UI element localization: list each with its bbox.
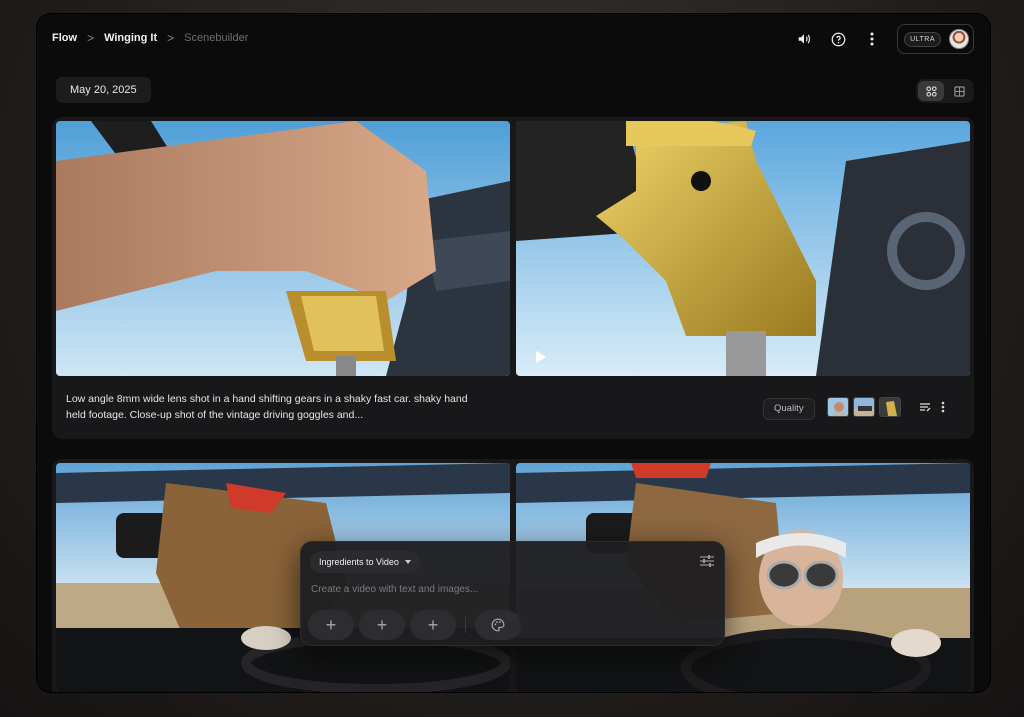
prompt-composer: Ingredients to Video + + + [300,541,725,646]
grid-view-button[interactable] [918,81,944,101]
chevron-right-icon: > [87,31,95,45]
top-bar: Flow > Winging It > Scenebuilder ULTRA [37,14,990,64]
palette-icon [491,618,505,632]
breadcrumb-flow[interactable]: Flow [52,32,77,44]
reference-images [827,397,901,417]
edit-list-icon[interactable] [919,400,931,418]
list-view-button[interactable] [946,81,972,101]
prompt-input[interactable] [311,584,691,595]
chevron-down-icon [404,560,411,564]
style-palette-button[interactable] [475,610,521,640]
scene-card[interactable]: Low angle 8mm wide lens shot in a hand s… [52,117,974,439]
divider [465,617,466,633]
breadcrumb-current: Scenebuilder [184,32,249,44]
add-ingredient-button[interactable]: + [308,610,354,640]
grid-icon [925,85,937,97]
add-ingredient-button[interactable]: + [359,610,405,640]
chevron-right-icon: > [167,31,175,45]
video-thumbnail[interactable] [516,121,970,376]
mode-label: Ingredients to Video [319,557,399,567]
more-vert-icon[interactable] [863,30,881,48]
reference-thumb[interactable] [853,397,875,417]
quality-button[interactable]: Quality [763,398,815,420]
help-icon[interactable] [829,30,847,48]
list-grid-icon [953,85,965,97]
view-toggle [916,79,974,103]
reference-thumb[interactable] [879,397,901,417]
volume-icon[interactable] [795,30,813,48]
app-window: Flow > Winging It > Scenebuilder ULTRA M… [37,14,990,692]
reference-thumb[interactable] [827,397,849,417]
breadcrumb: Flow > Winging It > Scenebuilder [52,31,248,45]
mode-select[interactable]: Ingredients to Video [310,551,420,573]
plan-badge: ULTRA [904,31,941,47]
breadcrumb-project[interactable]: Winging It [104,32,157,44]
scene-prompt: Low angle 8mm wide lens shot in a hand s… [66,393,468,421]
avatar[interactable] [949,29,969,49]
date-label: May 20, 2025 [56,77,151,103]
settings-sliders-icon[interactable] [700,554,714,572]
video-thumbnail[interactable] [56,121,510,376]
more-vert-icon[interactable] [941,400,945,418]
account-pill[interactable]: ULTRA [897,24,974,54]
add-ingredient-button[interactable]: + [410,610,456,640]
